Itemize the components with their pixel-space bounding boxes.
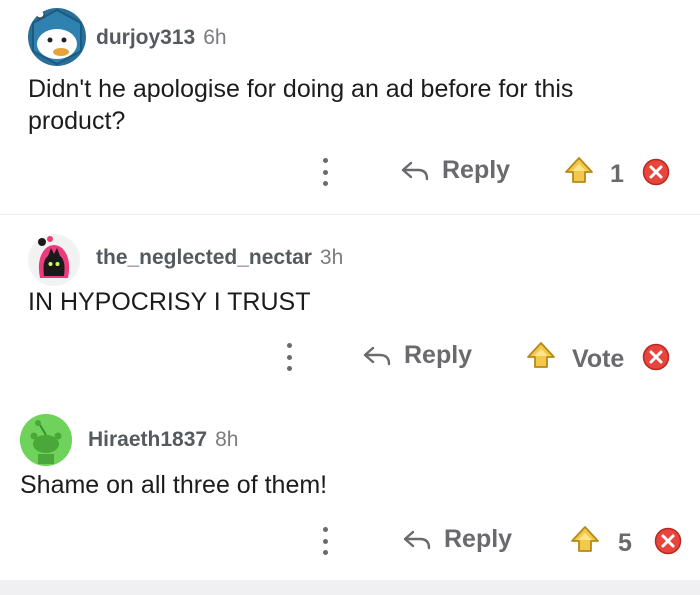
timestamp: 8h xyxy=(215,428,239,451)
comment-item: durjoy313 6h Didn't he apologise for doi… xyxy=(0,0,700,215)
avatar[interactable] xyxy=(28,234,80,286)
comment-meta: durjoy313 6h xyxy=(96,26,227,50)
vote-label: Vote xyxy=(572,345,625,373)
avatar[interactable] xyxy=(20,414,72,466)
reply-arrow-icon xyxy=(401,161,429,180)
reply-label: Reply xyxy=(442,156,511,184)
comment-body: Didn't he apologise for doing an ad befo… xyxy=(28,75,574,135)
more-options-icon[interactable] xyxy=(284,343,294,371)
upvote-icon[interactable] xyxy=(526,341,556,369)
reply-label: Reply xyxy=(444,525,513,553)
snoo-duck-avatar-icon xyxy=(32,8,82,66)
avatar[interactable] xyxy=(28,8,86,66)
upvote-icon[interactable] xyxy=(570,525,600,553)
feed-divider xyxy=(0,580,700,595)
timestamp: 6h xyxy=(203,26,227,49)
downvote-icon[interactable] xyxy=(642,343,670,371)
more-options-icon[interactable] xyxy=(320,527,330,555)
username[interactable]: Hiraeth1837 xyxy=(88,428,207,452)
comment-actions: Reply 1 xyxy=(0,152,700,192)
comment-body: IN HYPOCRISY I TRUST xyxy=(28,288,311,316)
reply-button[interactable]: Reply xyxy=(402,525,512,554)
comment-item: the_neglected_nectar 3h IN HYPOCRISY I T… xyxy=(0,216,700,396)
comment-meta: Hiraeth1837 8h xyxy=(88,428,238,452)
vote-count: 1 xyxy=(610,160,624,188)
timestamp: 3h xyxy=(319,246,344,269)
comment-body: Shame on all three of them! xyxy=(20,471,328,499)
comment-item: Hiraeth1837 8h Shame on all three of the… xyxy=(0,396,700,580)
reply-button[interactable]: Reply xyxy=(362,341,472,370)
pink-cat-avatar-icon xyxy=(29,235,79,285)
vote-count: 5 xyxy=(618,529,632,557)
more-options-icon[interactable] xyxy=(320,158,330,186)
comment-actions: Reply Vote xyxy=(0,337,700,377)
reply-arrow-icon xyxy=(403,530,431,549)
reply-label: Reply xyxy=(404,341,473,369)
comment-actions: Reply 5 xyxy=(0,521,700,561)
upvote-icon[interactable] xyxy=(564,156,594,184)
downvote-icon[interactable] xyxy=(642,158,670,186)
username[interactable]: the_neglected_nectar xyxy=(96,246,312,270)
comment-meta: the_neglected_nectar 3h xyxy=(96,246,343,270)
downvote-icon[interactable] xyxy=(654,527,682,555)
reply-button[interactable]: Reply xyxy=(400,156,510,185)
username[interactable]: durjoy313 xyxy=(96,26,195,50)
reply-arrow-icon xyxy=(363,346,391,365)
green-snoo-avatar-icon xyxy=(20,414,72,466)
